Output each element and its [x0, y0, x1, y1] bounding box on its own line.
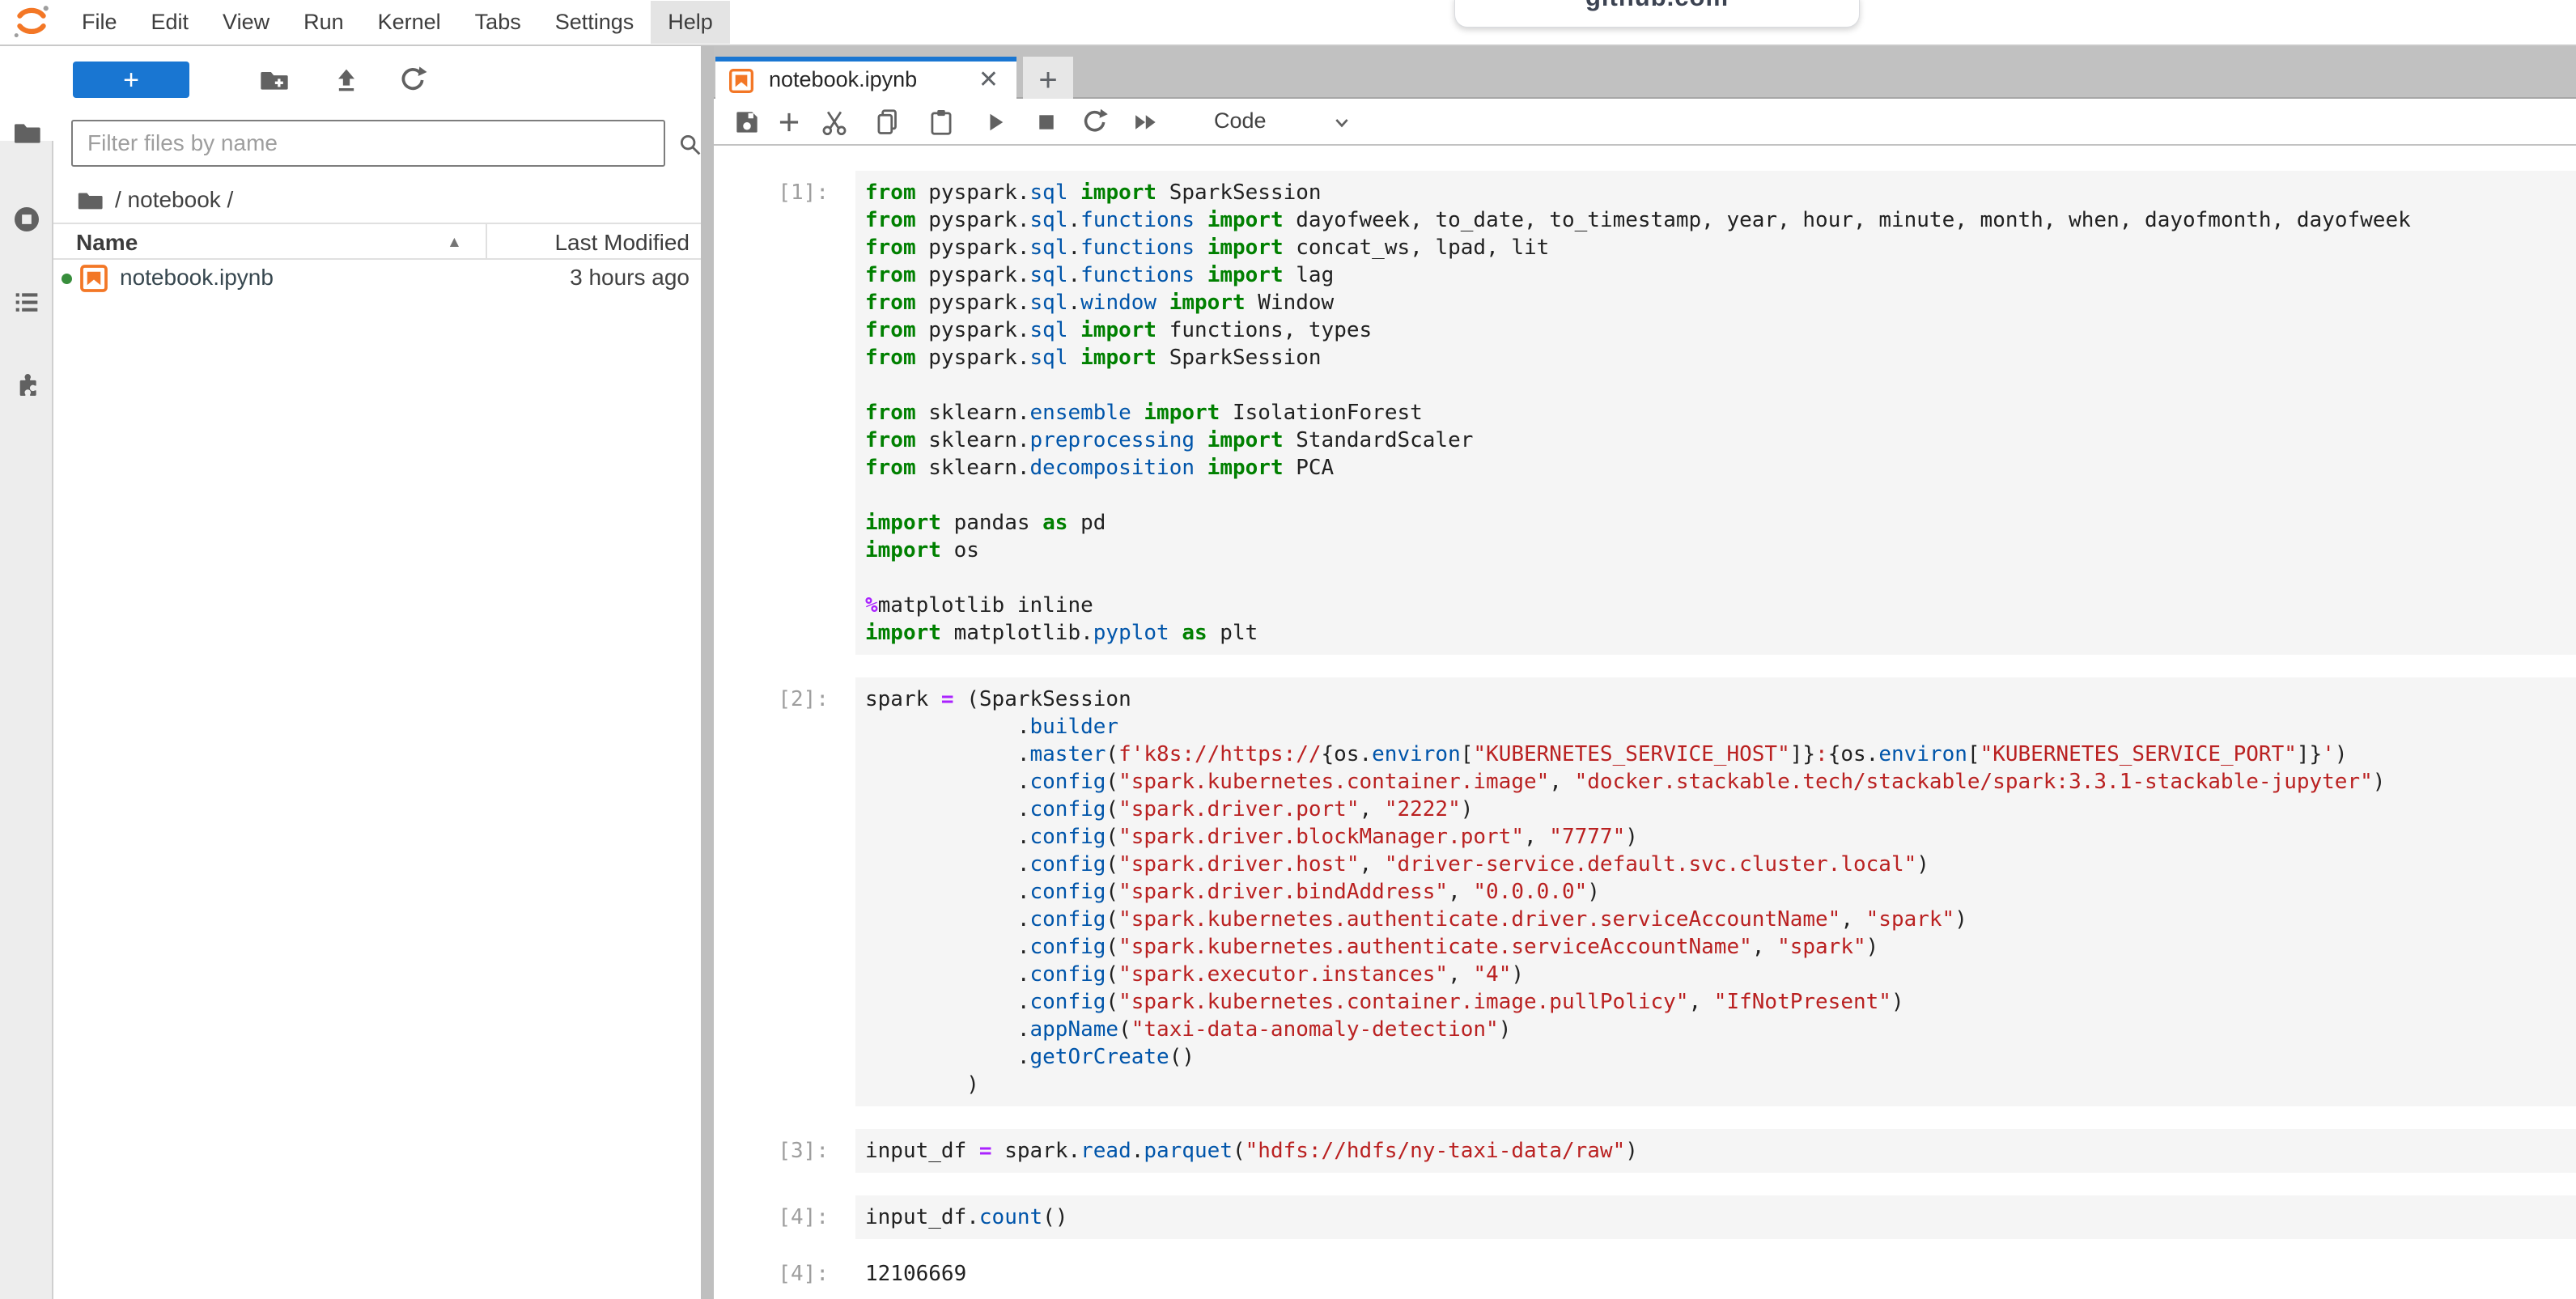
run-all-icon[interactable]: [1130, 107, 1161, 138]
notebook-icon: [79, 264, 108, 293]
new-tab-button[interactable]: +: [1023, 57, 1073, 104]
tab-title: notebook.ipynb: [769, 67, 917, 92]
search-icon: [677, 131, 704, 159]
upload-icon[interactable]: [330, 64, 363, 96]
menu-item-help[interactable]: Help: [651, 1, 730, 44]
new-launcher-button[interactable]: +: [73, 62, 189, 98]
copy-icon[interactable]: [872, 107, 903, 138]
cell-prompt: [2]:: [714, 677, 843, 1106]
activity-bar: [0, 46, 53, 1299]
column-header-modified[interactable]: Last Modified: [554, 230, 690, 256]
extensions-icon[interactable]: [11, 367, 43, 400]
breadcrumb[interactable]: / notebook /: [53, 182, 701, 218]
menu-item-tabs[interactable]: Tabs: [458, 1, 538, 44]
file-row[interactable]: notebook.ipynb 3 hours ago: [53, 260, 701, 297]
notebook-cells: [1]:from pyspark.sql import SparkSession…: [714, 146, 2576, 1299]
file-browser-panel: + / notebook / Name ▲ Last Modified: [53, 46, 701, 1299]
tab-bar: notebook.ipynb ✕ +: [714, 46, 2576, 99]
paste-icon[interactable]: [926, 107, 957, 138]
column-divider: [486, 224, 487, 258]
jupyter-logo-icon: [10, 2, 53, 43]
filter-files-input[interactable]: [71, 120, 665, 167]
folder-icon: [76, 188, 104, 212]
jupyterlab-window: FileEditViewRunKernelTabsSettingsHelp gi…: [0, 0, 2576, 1299]
code-cell: [1]:from pyspark.sql import SparkSession…: [714, 171, 2576, 655]
notebook-toolbar: Code: [714, 99, 2576, 146]
menu-item-run[interactable]: Run: [286, 1, 361, 44]
run-icon[interactable]: [979, 107, 1010, 138]
menu-item-edit[interactable]: Edit: [134, 1, 206, 44]
code-cell: [4]: input_df.count(): [714, 1195, 2576, 1239]
cell-prompt: [1]:: [714, 171, 843, 655]
kernel-running-dot: [62, 274, 72, 284]
column-header-name[interactable]: Name: [76, 230, 138, 256]
cell-output: 12106669: [855, 1252, 2576, 1296]
popup-text: github.com: [1585, 0, 1729, 27]
menu-item-view[interactable]: View: [206, 1, 286, 44]
cut-icon[interactable]: [819, 107, 850, 138]
cell-prompt: [3]:: [714, 1129, 843, 1173]
refresh-icon[interactable]: [397, 64, 429, 96]
cell-input[interactable]: spark = (SparkSession .builder .master(f…: [855, 677, 2576, 1106]
notebook-icon: [728, 68, 754, 94]
browser-popup: github.com: [1454, 0, 1860, 28]
file-list: notebook.ipynb 3 hours ago: [53, 260, 701, 297]
notebook-dock: notebook.ipynb ✕ + Code [1]:from pyspark…: [714, 46, 2576, 1299]
cell-type-select[interactable]: Code: [1214, 108, 1267, 134]
stop-icon[interactable]: [1031, 107, 1062, 138]
code-cell: [3]: input_df = spark.read.parquet("hdfs:…: [714, 1129, 2576, 1173]
save-icon[interactable]: [732, 107, 762, 138]
output-cell: [4]: 12106669: [714, 1252, 2576, 1296]
tab-notebook[interactable]: notebook.ipynb ✕: [715, 57, 1016, 100]
cell-input[interactable]: input_df = spark.read.parquet("hdfs://hd…: [855, 1129, 2576, 1173]
menu-bar: FileEditViewRunKernelTabsSettingsHelp: [0, 0, 2576, 46]
menu-item-file[interactable]: File: [65, 1, 134, 44]
restart-icon[interactable]: [1080, 107, 1110, 138]
sort-ascending-icon[interactable]: ▲: [447, 234, 462, 252]
cell-prompt: [4]:: [714, 1195, 843, 1239]
menu-bar-items: FileEditViewRunKernelTabsSettingsHelp: [65, 1, 730, 44]
file-name: notebook.ipynb: [120, 265, 274, 291]
running-kernels-icon[interactable]: [11, 203, 43, 236]
menu-item-kernel[interactable]: Kernel: [361, 1, 458, 44]
menu-item-settings[interactable]: Settings: [538, 1, 651, 44]
breadcrumb-path: / notebook /: [115, 187, 233, 213]
output-prompt: [4]:: [714, 1252, 843, 1296]
file-browser-toolbar: +: [53, 46, 701, 119]
close-icon[interactable]: ✕: [978, 66, 999, 94]
chevron-down-icon[interactable]: [1329, 110, 1355, 136]
new-folder-icon[interactable]: [258, 64, 291, 96]
cell-input[interactable]: input_df.count(): [855, 1195, 2576, 1239]
panel-splitter[interactable]: [701, 46, 714, 1299]
cell-input[interactable]: from pyspark.sql import SparkSessionfrom…: [855, 171, 2576, 655]
table-of-contents-icon[interactable]: [11, 287, 43, 319]
add-cell-icon[interactable]: [774, 107, 804, 138]
files-icon[interactable]: [11, 117, 43, 150]
file-list-header: Name ▲ Last Modified: [53, 223, 701, 260]
file-modified: 3 hours ago: [570, 265, 690, 291]
code-cell: [2]:spark = (SparkSession .builder .mast…: [714, 677, 2576, 1106]
